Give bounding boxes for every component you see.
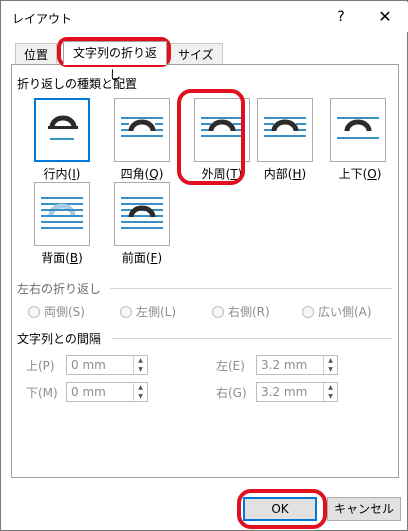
tab-position[interactable]: 位置 (15, 43, 58, 65)
spin-down-icon[interactable]: ▼ (324, 392, 337, 401)
tab-text-wrapping[interactable]: 文字列の折り返し (63, 41, 167, 82)
wrap-side-heading: 左右の折り返し (17, 282, 102, 296)
dialog-title: レイアウト (12, 12, 73, 26)
wrap-in-front-label: 前面(F) (121, 251, 163, 265)
spin-down-icon[interactable]: ▼ (134, 392, 147, 401)
distance-left-label: 左(E) (216, 359, 245, 373)
spinner-arrows: ▲ ▼ (323, 356, 337, 374)
top-bottom-icon (337, 117, 379, 139)
tab-size[interactable]: サイズ (169, 43, 223, 65)
divider (112, 338, 392, 339)
radio-both-sides[interactable]: 両側(S) (28, 303, 85, 320)
spinner-arrows: ▲ ▼ (133, 383, 147, 401)
distance-bottom-spinner[interactable]: 0 mm ▲ ▼ (66, 382, 148, 402)
layout-dialog: レイアウト ? ✕ 位置 文字列の折り返し サイズ 折り返しの種類と配置 行内(… (0, 0, 408, 531)
radio-right-side[interactable]: 右側(R) (212, 303, 270, 320)
wrap-behind-text-button[interactable] (34, 182, 90, 246)
wrap-through-label: 内部(H) (263, 167, 307, 181)
in-front-icon (121, 197, 163, 229)
distance-heading: 文字列との間隔 (17, 332, 101, 346)
wrap-square-button[interactable] (114, 98, 170, 162)
distance-right-value: 3.2 mm (261, 385, 308, 399)
distance-top-label: 上(P) (26, 359, 55, 373)
title-bar: レイアウト ? ✕ (2, 2, 408, 32)
wrap-through-button[interactable] (257, 98, 313, 162)
wrap-inline-label: 行内(I) (43, 167, 81, 181)
distance-bottom-value: 0 mm (71, 385, 106, 399)
wrap-tight-button[interactable] (194, 98, 250, 162)
wrap-top-bottom-button[interactable] (330, 98, 386, 162)
radio-circle (28, 305, 40, 318)
ok-button[interactable]: OK (243, 497, 317, 521)
radio-circle (212, 305, 224, 318)
distance-top-spinner[interactable]: 0 mm ▲ ▼ (66, 355, 148, 375)
spin-up-icon[interactable]: ▲ (134, 383, 147, 392)
wrap-inline-button[interactable] (34, 98, 90, 162)
wrap-square-label: 四角(Q) (120, 167, 164, 181)
behind-text-icon (41, 197, 83, 229)
square-icon (121, 117, 163, 137)
radio-circle (302, 305, 314, 318)
cancel-button[interactable]: キャンセル (327, 497, 401, 521)
spin-up-icon[interactable]: ▲ (134, 356, 147, 365)
spinner-arrows: ▲ ▼ (323, 383, 337, 401)
tab-panel: 折り返しの種類と配置 行内(I) 四角(Q) 外周(T) 内部(H) 上下(O)… (11, 64, 399, 478)
distance-left-value: 3.2 mm (261, 358, 308, 372)
inline-icon (48, 115, 78, 140)
radio-circle (120, 305, 132, 318)
wrap-behind-text-label: 背面(B) (41, 251, 83, 265)
through-icon (264, 117, 306, 137)
help-button[interactable]: ? (324, 4, 358, 30)
distance-left-spinner[interactable]: 3.2 mm ▲ ▼ (256, 355, 338, 375)
distance-bottom-label: 下(M) (26, 386, 58, 400)
spin-up-icon[interactable]: ▲ (324, 383, 337, 392)
spin-down-icon[interactable]: ▼ (324, 365, 337, 374)
tight-icon (201, 117, 243, 137)
spin-up-icon[interactable]: ▲ (324, 356, 337, 365)
radio-left-side[interactable]: 左側(L) (120, 303, 176, 320)
radio-largest-side[interactable]: 広い側(A) (302, 303, 372, 320)
tab-bar: 位置 文字列の折り返し サイズ (1, 41, 408, 82)
distance-top-value: 0 mm (71, 358, 106, 372)
wrap-top-bottom-label: 上下(O) (338, 167, 382, 181)
wrap-in-front-button[interactable] (114, 182, 170, 246)
spinner-arrows: ▲ ▼ (133, 356, 147, 374)
spin-down-icon[interactable]: ▼ (134, 365, 147, 374)
close-button[interactable]: ✕ (368, 4, 402, 30)
distance-right-label: 右(G) (216, 386, 247, 400)
wrap-tight-label: 外周(T) (201, 167, 243, 181)
divider (110, 288, 392, 289)
distance-right-spinner[interactable]: 3.2 mm ▲ ▼ (256, 382, 338, 402)
